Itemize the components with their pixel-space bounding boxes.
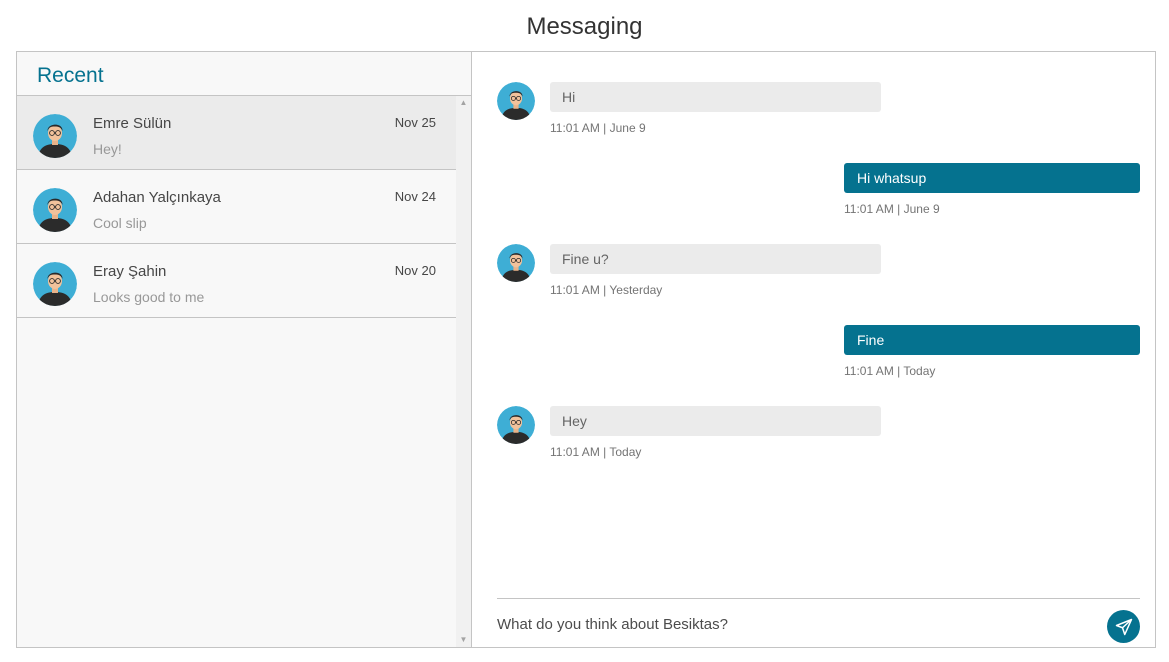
outgoing-message: Fine 11:01 AM | Today (497, 325, 1140, 406)
inbox-header: Recent (17, 52, 471, 96)
paper-plane-icon (1115, 618, 1132, 635)
chat-item-adahan[interactable]: Adahan Yalçınkaya Nov 24 Cool slip (17, 170, 456, 244)
chat-item-eray[interactable]: Eray Şahin Nov 20 Looks good to me (17, 244, 456, 318)
message-bubble: Fine (844, 325, 1140, 355)
chat-date: Nov 25 (394, 115, 436, 130)
chat-name: Emre Sülün (93, 115, 172, 132)
chat-list-scrollbar[interactable]: ▲ ▼ (456, 96, 471, 647)
chat-item-emre[interactable]: Emre Sülün Nov 25 Hey! (17, 96, 456, 170)
incoming-message: Hey 11:01 AM | Today (497, 406, 1140, 487)
chat-name: Eray Şahin (93, 263, 167, 280)
chat-list: Emre Sülün Nov 25 Hey! Adahan Yalçınkaya… (17, 96, 456, 647)
message-time: 11:01 AM | Yesterday (550, 283, 663, 297)
chat-preview: Cool slip (93, 215, 147, 231)
message-bubble: Hey (550, 406, 881, 436)
message-time: 11:01 AM | Today (844, 364, 936, 378)
avatar (33, 188, 77, 232)
message-time: 11:01 AM | June 9 (550, 121, 646, 135)
messaging-frame: Recent Emre Sülün Nov 25 Hey! Adahan Yal… (16, 51, 1156, 648)
avatar (497, 406, 535, 444)
outgoing-message: Hi whatsup 11:01 AM | June 9 (497, 163, 1140, 244)
message-time: 11:01 AM | Today (550, 445, 642, 459)
avatar (33, 262, 77, 306)
avatar (497, 82, 535, 120)
chat-preview: Looks good to me (93, 289, 205, 305)
message-time: 11:01 AM | June 9 (844, 202, 940, 216)
triangle-up-icon[interactable]: ▲ (456, 96, 471, 110)
incoming-message: Hi 11:01 AM | June 9 (497, 82, 1140, 163)
message-bubble: Hi (550, 82, 881, 112)
triangle-down-icon[interactable]: ▼ (456, 633, 471, 647)
chat-preview: Hey! (93, 141, 122, 157)
message-bubble: Hi whatsup (844, 163, 1140, 193)
avatar (33, 114, 77, 158)
message-history: Hi 11:01 AM | June 9 Hi whatsup 11:01 AM… (497, 82, 1140, 562)
chat-date: Nov 20 (394, 263, 436, 278)
conversation-panel: Hi 11:01 AM | June 9 Hi whatsup 11:01 AM… (472, 52, 1155, 647)
avatar (497, 244, 535, 282)
page-title: Messaging (526, 13, 643, 40)
recent-heading: Recent (37, 64, 104, 87)
send-button[interactable] (1107, 610, 1140, 643)
message-bubble: Fine u? (550, 244, 881, 274)
chat-name: Adahan Yalçınkaya (93, 189, 221, 206)
compose-area (497, 598, 1140, 646)
chat-date: Nov 24 (394, 189, 436, 204)
message-input[interactable] (497, 609, 1087, 639)
inbox-panel: Recent Emre Sülün Nov 25 Hey! Adahan Yal… (17, 52, 472, 647)
incoming-message: Fine u? 11:01 AM | Yesterday (497, 244, 1140, 325)
